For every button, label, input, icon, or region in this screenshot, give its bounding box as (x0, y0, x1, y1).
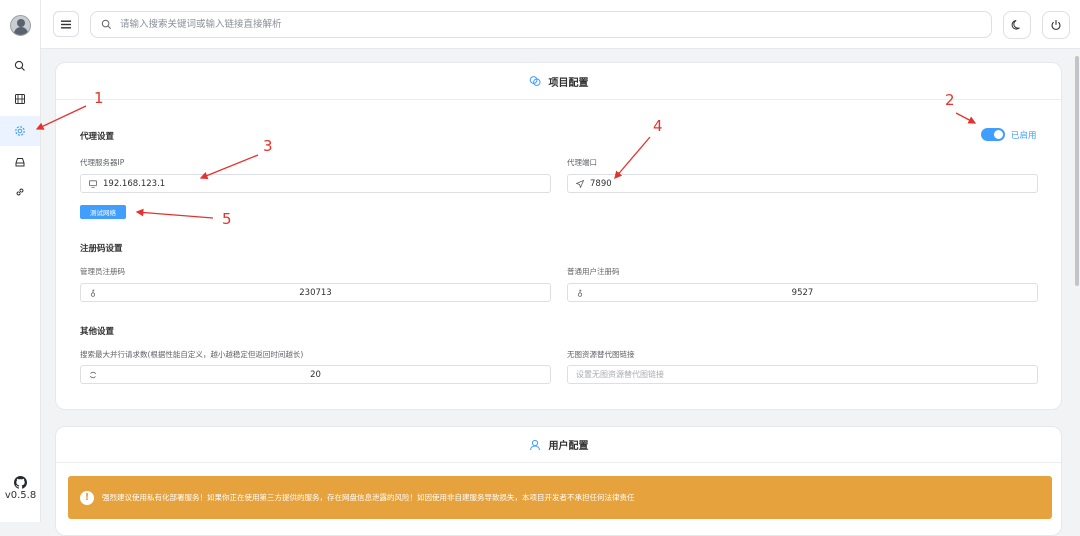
search-bar[interactable] (90, 11, 992, 38)
proxy-enabled-toggle[interactable] (981, 128, 1005, 141)
image-proxy-placeholder: 设置无图资源替代图链接 (576, 370, 664, 379)
monitor-icon (89, 179, 97, 188)
search-icon (101, 19, 111, 29)
annotation-label-1: 1 (94, 89, 104, 107)
menu-icon (61, 20, 71, 28)
user-icon (529, 439, 540, 450)
proxy-port-value: 7890 (590, 178, 612, 189)
user-code-label: 普通用户注册码 (567, 267, 620, 276)
sidebar-item-drive[interactable] (0, 147, 40, 177)
menu-toggle-button[interactable] (53, 11, 79, 37)
film-icon (15, 94, 25, 104)
user-config-card: 用户配置 ! 强烈建议使用私有化部署服务！如果你正在使用第三方提供的服务，存在网… (55, 426, 1062, 536)
logout-button[interactable] (1042, 11, 1070, 39)
other-section-title: 其他设置 (80, 327, 115, 337)
dark-mode-button[interactable] (1003, 11, 1031, 39)
admin-code-field[interactable]: 230713 (80, 283, 551, 302)
warning-icon: ! (80, 490, 94, 505)
image-proxy-field[interactable]: 设置无图资源替代图链接 (567, 365, 1038, 384)
proxy-ip-field[interactable]: 192.168.123.1 (80, 174, 551, 193)
top-header (41, 0, 1080, 49)
version-label: v0.5.8 (4, 490, 37, 501)
warning-alert-text: 强烈建议使用私有化部署服务！如果你正在使用第三方提供的服务，存在网盘信息泄露的风… (102, 493, 635, 502)
gear-icon (15, 126, 25, 136)
search-input[interactable] (118, 18, 968, 31)
search-icon (14, 60, 25, 71)
sidebar-item-settings[interactable] (0, 116, 40, 146)
page-scrollbar[interactable] (1074, 50, 1080, 522)
test-network-button[interactable]: 测试网络 (80, 205, 126, 219)
power-icon (1051, 20, 1061, 30)
github-icon[interactable] (14, 476, 27, 489)
annotation-label-2: 2 (945, 91, 955, 109)
sidebar-item-film[interactable] (0, 84, 40, 114)
user-code-value: 9527 (791, 287, 814, 298)
sidebar: v0.5.8 (0, 0, 41, 522)
send-icon (576, 179, 584, 188)
warning-alert: ! 强烈建议使用私有化部署服务！如果你正在使用第三方提供的服务，存在网盘信息泄露… (68, 476, 1052, 519)
proxy-enabled-label: 已启用 (1011, 131, 1037, 141)
proxy-port-field[interactable]: 7890 (567, 174, 1038, 193)
link-icon (16, 188, 24, 196)
proxy-section-title: 代理设置 (80, 132, 115, 142)
user-config-header: 用户配置 (56, 427, 1061, 463)
user-code-field[interactable]: 9527 (567, 283, 1038, 302)
chat-icon (529, 76, 541, 86)
annotation-label-3: 3 (263, 137, 273, 155)
proxy-port-label: 代理端口 (567, 158, 597, 167)
image-proxy-label: 无图资源替代图链接 (567, 350, 635, 359)
drive-icon (15, 158, 25, 167)
register-section-title: 注册码设置 (80, 244, 123, 254)
sidebar-item-link[interactable] (0, 177, 40, 207)
concurrency-label: 搜索最大并行请求数(根据性能自定义，越小越稳定但返回时间越长) (80, 350, 304, 359)
moon-icon (1011, 20, 1020, 30)
admin-code-value: 230713 (299, 287, 332, 298)
concurrency-field[interactable]: 20 (80, 365, 551, 384)
project-config-title: 项目配置 (548, 77, 589, 89)
concurrency-value: 20 (310, 369, 321, 380)
project-config-header: 项目配置 (56, 63, 1061, 100)
annotation-label-5: 5 (222, 210, 232, 228)
proxy-ip-value: 192.168.123.1 (103, 178, 166, 189)
proxy-ip-label: 代理服务器IP (80, 158, 125, 167)
user-config-title: 用户配置 (548, 441, 589, 452)
sidebar-item-search[interactable] (0, 51, 40, 81)
annotation-label-4: 4 (653, 117, 663, 135)
admin-code-label: 管理员注册码 (80, 267, 125, 276)
project-config-card: 项目配置 代理设置 已启用 代理服务器IP 192.168.123.1 代理端口… (55, 62, 1062, 410)
avatar[interactable] (10, 15, 31, 36)
